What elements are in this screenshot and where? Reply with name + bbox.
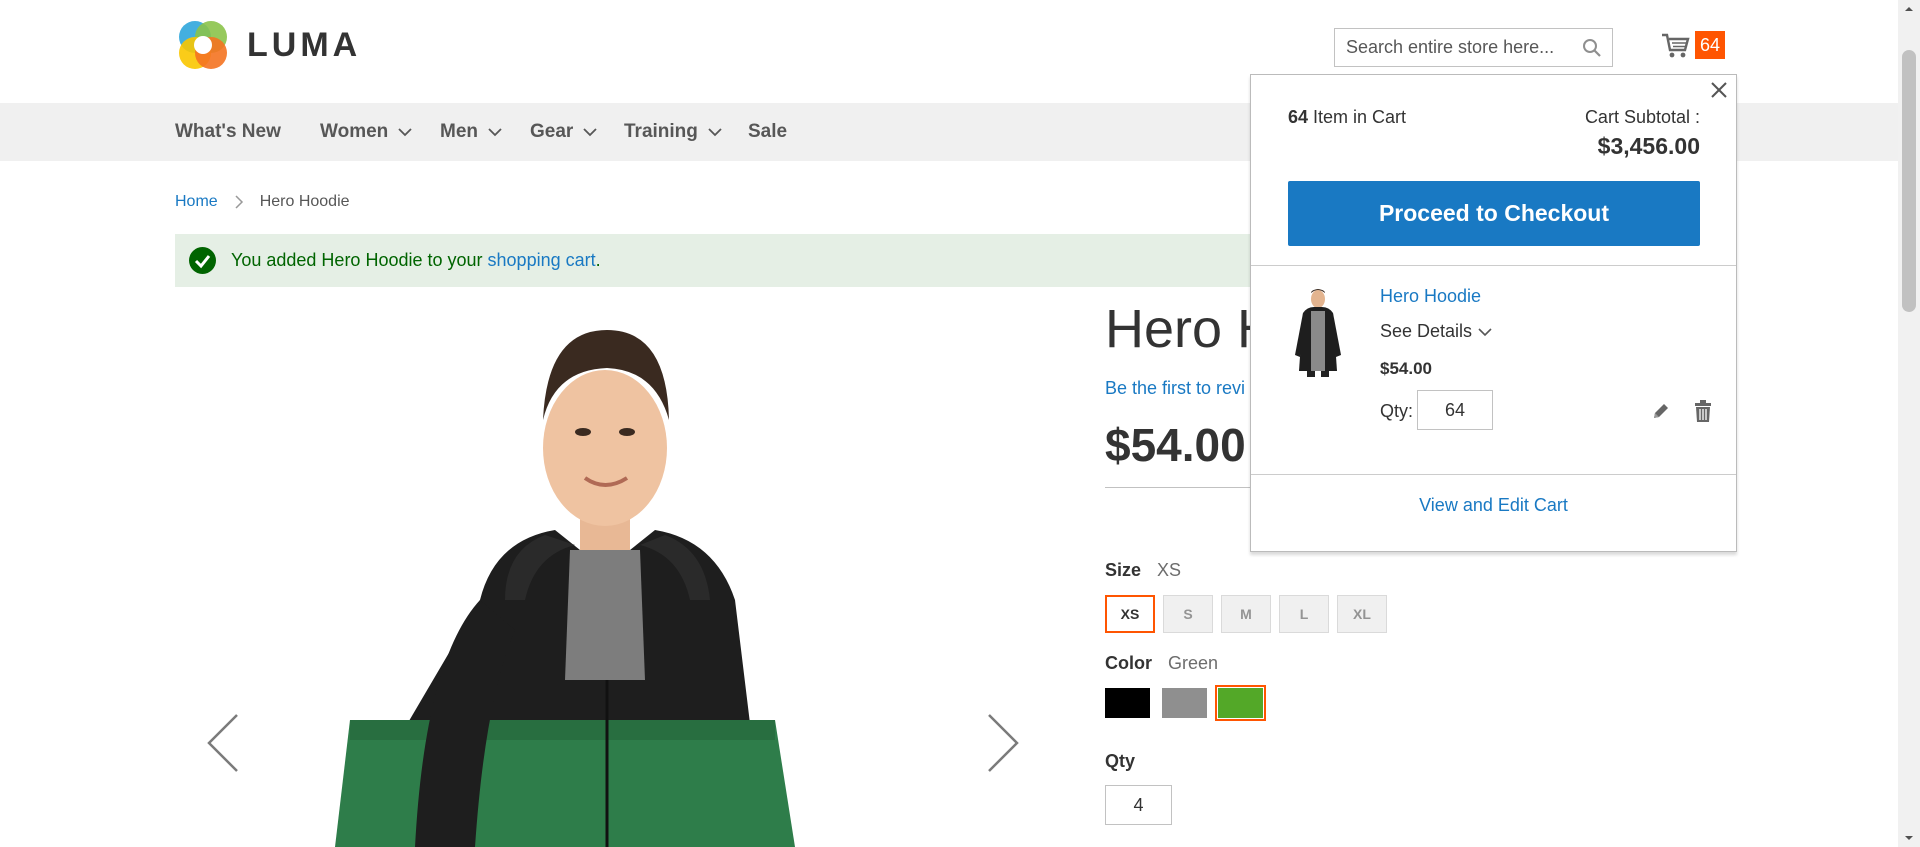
nav-item-label: Sale [748, 121, 788, 142]
product-price: $54.00 [1105, 419, 1246, 471]
divider [1251, 474, 1736, 475]
nav-item-label: Training [624, 121, 698, 142]
chevron-down-icon [583, 128, 597, 137]
color-selected-value: Green [1168, 653, 1219, 673]
see-details-toggle[interactable]: See Details [1380, 321, 1492, 342]
nav-item-label: Gear [530, 121, 574, 142]
minicart-item-thumbnail[interactable] [1281, 285, 1356, 377]
color-swatch-gray[interactable] [1162, 688, 1207, 718]
logo-text: LUMA [247, 25, 362, 64]
trash-icon[interactable] [1693, 399, 1713, 423]
nav-item-women[interactable]: Women [320, 103, 412, 161]
size-option-m[interactable]: M [1221, 595, 1271, 633]
minicart-item-count: 64 Item in Cart [1288, 107, 1406, 128]
scrollbar-thumb[interactable] [1902, 50, 1916, 312]
product-image [335, 330, 795, 847]
qty-label-row: Qty [1105, 751, 1151, 772]
review-link[interactable]: Be the first to revi [1105, 378, 1245, 399]
nav-item-gear[interactable]: Gear [530, 103, 597, 161]
size-label: Size [1105, 560, 1142, 580]
size-selected-value: XS [1157, 560, 1182, 580]
minicart-item-name[interactable]: Hero Hoodie [1380, 286, 1481, 307]
size-option-l[interactable]: L [1279, 595, 1329, 633]
edit-pencil-icon[interactable] [1651, 401, 1671, 421]
proceed-to-checkout-button[interactable]: Proceed to Checkout [1288, 181, 1700, 246]
breadcrumb-home-link[interactable]: Home [175, 193, 218, 211]
cart-count-badge: 64 [1695, 31, 1725, 59]
qty-label: Qty [1105, 751, 1136, 771]
store-logo[interactable]: LUMA [175, 17, 361, 73]
minicart-dropdown: 64 Item in Cart Cart Subtotal : $3,456.0… [1250, 74, 1737, 552]
view-and-edit-cart-link[interactable]: View and Edit Cart [1251, 495, 1736, 516]
color-swatch-black[interactable] [1105, 688, 1150, 718]
minicart-count-number: 64 [1288, 107, 1309, 127]
close-icon[interactable] [1708, 79, 1730, 101]
nav-item-sale[interactable]: Sale [748, 103, 787, 161]
message-suffix: . [595, 250, 601, 270]
search-input[interactable] [1335, 37, 1575, 58]
success-message: You added Hero Hoodie to your shopping c… [175, 234, 1298, 287]
cart-icon [1662, 33, 1690, 58]
size-option-xs[interactable]: XS [1105, 595, 1155, 633]
breadcrumb-current: Hero Hoodie [259, 193, 350, 210]
gallery-next-arrow-icon[interactable] [985, 713, 1021, 773]
chevron-down-icon [488, 128, 502, 137]
product-gallery [175, 300, 1055, 847]
size-option-s[interactable]: S [1163, 595, 1213, 633]
chevron-down-icon [398, 128, 412, 137]
chevron-right-icon [235, 195, 243, 209]
color-label: Color [1105, 653, 1152, 673]
chevron-down-icon [708, 128, 722, 137]
qty-input[interactable]: 4 [1105, 785, 1172, 825]
page-scrollbar[interactable] [1898, 0, 1920, 847]
minicart-qty-input[interactable]: 64 [1417, 390, 1493, 430]
nav-item-men[interactable]: Men [440, 103, 502, 161]
nav-item-label: Men [440, 121, 478, 142]
gallery-prev-arrow-icon[interactable] [205, 713, 241, 773]
nav-item-whats-new[interactable]: What's New [175, 103, 281, 161]
nav-item-training[interactable]: Training [624, 103, 722, 161]
subtotal-label: Cart Subtotal : [1584, 107, 1700, 127]
search-icon[interactable] [1582, 38, 1602, 58]
check-circle-icon [189, 247, 216, 274]
color-swatch-green[interactable] [1215, 685, 1266, 721]
minicart-button[interactable]: 64 [1661, 30, 1726, 62]
scroll-up-arrow-icon[interactable] [1904, 4, 1914, 14]
minicart-qty-label: Qty: [1380, 401, 1414, 421]
divider [1251, 265, 1736, 266]
shopping-cart-link[interactable]: shopping cart [488, 250, 596, 271]
see-details-label: See Details [1380, 321, 1473, 341]
search-box [1334, 28, 1613, 67]
minicart-count-label: Item in Cart [1308, 107, 1407, 127]
breadcrumb: Home Hero Hoodie [175, 193, 350, 211]
subtotal-amount: $3,456.00 [1597, 133, 1700, 159]
message-text: You added Hero Hoodie to your [231, 250, 488, 270]
size-label-row: Size XS [1105, 560, 1181, 581]
chevron-down-icon [1478, 327, 1492, 336]
luma-logo-icon [175, 17, 231, 73]
minicart-item-price: $54.00 [1380, 359, 1432, 378]
nav-item-label: Women [320, 121, 389, 142]
nav-item-label: What's New [175, 121, 281, 142]
size-option-xl[interactable]: XL [1337, 595, 1387, 633]
scroll-down-arrow-icon[interactable] [1904, 833, 1914, 843]
color-label-row: Color Green [1105, 653, 1218, 674]
